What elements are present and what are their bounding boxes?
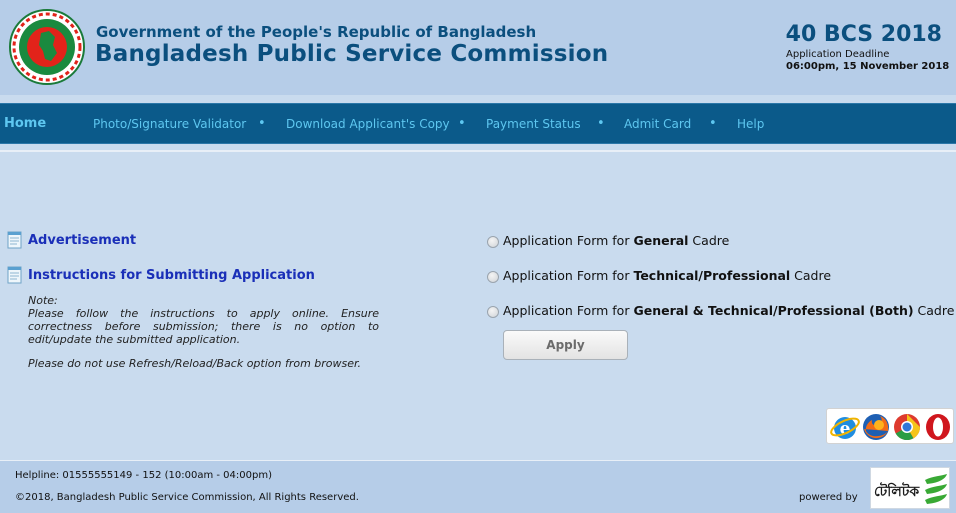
document-icon [7, 231, 22, 249]
organization-title: Bangladesh Public Service Commission [95, 41, 609, 67]
note-body: Please follow the instructions to apply … [28, 307, 379, 346]
site-header: Government of the People's Republic of B… [0, 0, 956, 95]
advertisement-link[interactable]: Advertisement [28, 233, 136, 248]
deadline-label: Application Deadline [786, 49, 890, 60]
divider [0, 150, 956, 152]
copyright-text: ©2018, Bangladesh Public Service Commiss… [15, 492, 359, 503]
site-footer: Helpline: 01555555149 - 152 (10:00am - 0… [0, 460, 956, 513]
teletalk-leaf-icon [925, 474, 947, 504]
nav-download-applicant-copy[interactable]: Download Applicant's Copy [286, 117, 450, 131]
firefox-icon [863, 414, 889, 440]
chrome-icon [894, 414, 921, 441]
nav-separator: • [458, 116, 466, 131]
bangladesh-government-seal-icon [9, 9, 85, 85]
document-icon [7, 266, 22, 284]
teletalk-logo-text: টেলিটক [874, 484, 920, 500]
radio-label-both[interactable]: Application Form for General & Technical… [503, 303, 954, 318]
radio-both-cadre[interactable] [487, 306, 499, 318]
instructions-link[interactable]: Instructions for Submitting Application [28, 268, 315, 283]
supported-browsers: e [826, 408, 954, 444]
exam-title: 40 BCS 2018 [785, 22, 942, 47]
nav-home[interactable]: Home [4, 116, 46, 131]
nav-help[interactable]: Help [737, 117, 764, 131]
nav-photo-signature-validator[interactable]: Photo/Signature Validator [93, 117, 246, 131]
nav-separator: • [258, 116, 266, 131]
radio-technical-cadre[interactable] [487, 271, 499, 283]
note-warning: Please do not use Refresh/Reload/Back op… [28, 357, 362, 370]
teletalk-logo[interactable]: টেলিটক [870, 467, 950, 509]
note-label: Note: [28, 294, 58, 307]
apply-button[interactable]: Apply [503, 330, 628, 360]
main-nav: Home Photo/Signature Validator • Downloa… [0, 103, 956, 144]
nav-separator: • [709, 116, 717, 131]
nav-admit-card[interactable]: Admit Card [624, 117, 691, 131]
government-title: Government of the People's Republic of B… [96, 23, 537, 41]
opera-icon [926, 414, 950, 440]
powered-by-label: powered by [799, 492, 858, 503]
radio-general-cadre[interactable] [487, 236, 499, 248]
nav-separator: • [597, 116, 605, 131]
helpline-text: Helpline: 01555555149 - 152 (10:00am - 0… [15, 470, 272, 481]
radio-label-general[interactable]: Application Form for General Cadre [503, 233, 729, 248]
radio-label-technical[interactable]: Application Form for Technical/Professio… [503, 268, 831, 283]
internet-explorer-icon: e [830, 417, 860, 439]
deadline-value: 06:00pm, 15 November 2018 [786, 61, 950, 72]
nav-payment-status[interactable]: Payment Status [486, 117, 581, 131]
